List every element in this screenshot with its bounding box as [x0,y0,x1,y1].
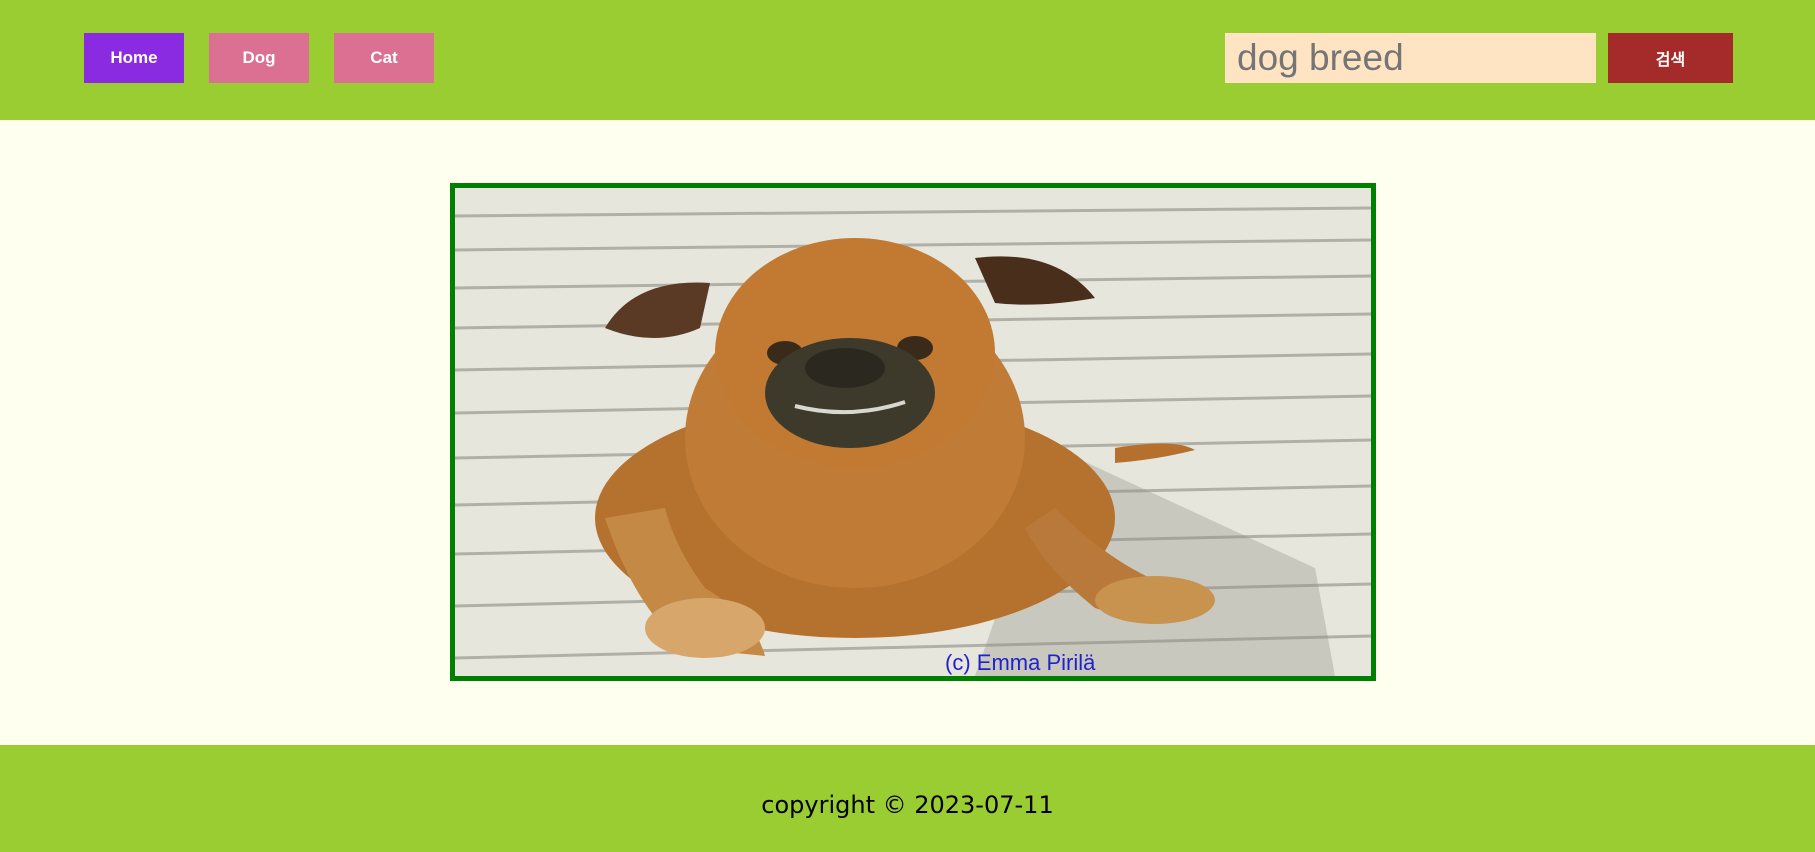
header-bar: Home Dog Cat 검색 [0,0,1815,120]
copyright-text: copyright © 2023-07-11 [761,790,1054,819]
home-button[interactable]: Home [84,33,184,83]
dog-image: (c) Emma Pirilä [450,183,1376,681]
footer-bar: copyright © 2023-07-11 [0,745,1815,852]
dog-button[interactable]: Dog [209,33,309,83]
dog-photo-illustration: (c) Emma Pirilä [455,188,1371,676]
search-input[interactable] [1225,33,1596,83]
photo-watermark: (c) Emma Pirilä [945,650,1096,675]
cat-button[interactable]: Cat [334,33,434,83]
search-button[interactable]: 검색 [1608,33,1733,83]
